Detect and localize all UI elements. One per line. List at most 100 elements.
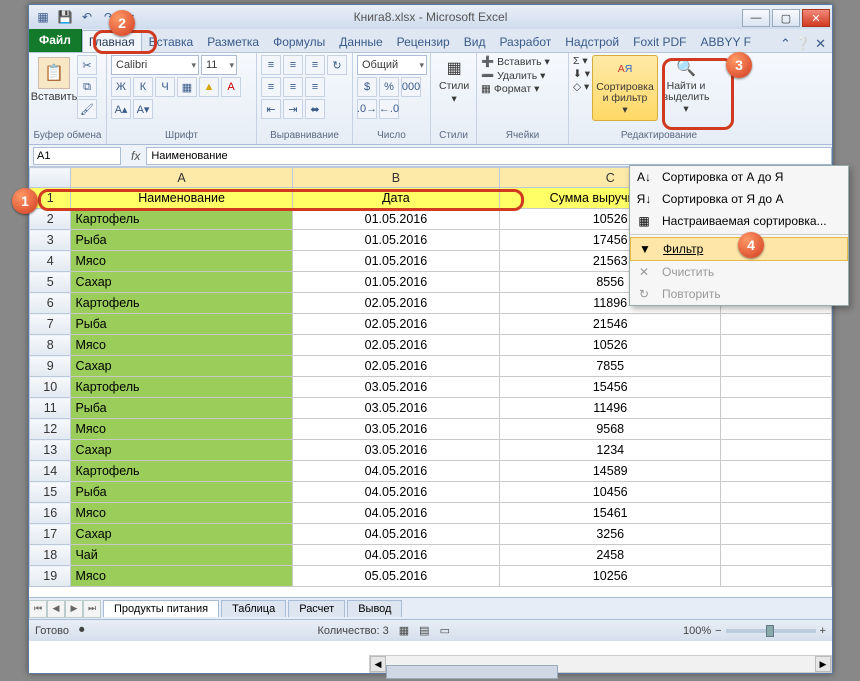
font-color-icon[interactable]: A bbox=[221, 77, 241, 97]
cell[interactable]: Мясо bbox=[71, 335, 292, 356]
cell[interactable]: Мясо bbox=[71, 251, 292, 272]
scroll-right-icon[interactable]: ▶ bbox=[815, 656, 831, 672]
border-icon[interactable]: ▦ bbox=[177, 77, 197, 97]
minimize-button[interactable]: — bbox=[742, 9, 770, 27]
underline-button[interactable]: Ч bbox=[155, 77, 175, 97]
sheet-tab[interactable]: Расчет bbox=[288, 600, 345, 617]
name-box[interactable]: A1 bbox=[33, 147, 121, 165]
undo-icon[interactable]: ↶ bbox=[79, 9, 95, 25]
sheet-nav-first-icon[interactable]: ⏮ bbox=[29, 600, 47, 618]
row-header[interactable]: 3 bbox=[30, 230, 71, 251]
tab-foxit[interactable]: Foxit PDF bbox=[626, 30, 693, 52]
cell[interactable] bbox=[721, 440, 832, 461]
row-header[interactable]: 14 bbox=[30, 461, 71, 482]
cell[interactable]: 02.05.2016 bbox=[292, 356, 499, 377]
col-header-a[interactable]: A bbox=[71, 168, 292, 188]
cell[interactable]: Рыба bbox=[71, 230, 292, 251]
cell[interactable] bbox=[721, 566, 832, 587]
sort-desc-item[interactable]: Я↓Сортировка от Я до А bbox=[630, 188, 848, 210]
fill-color-icon[interactable]: ▲ bbox=[199, 77, 219, 97]
cell[interactable]: 21546 bbox=[500, 314, 721, 335]
cell[interactable]: 11496 bbox=[500, 398, 721, 419]
row-header[interactable]: 9 bbox=[30, 356, 71, 377]
comma-icon[interactable]: 000 bbox=[401, 77, 421, 97]
cell[interactable]: 10456 bbox=[500, 482, 721, 503]
cell[interactable]: 03.05.2016 bbox=[292, 419, 499, 440]
tab-insert[interactable]: Вставка bbox=[142, 30, 201, 52]
cell[interactable]: Рыба bbox=[71, 314, 292, 335]
cell[interactable]: 7855 bbox=[500, 356, 721, 377]
tab-developer[interactable]: Разработ bbox=[492, 30, 558, 52]
align-center-icon[interactable]: ≡ bbox=[283, 77, 303, 97]
cell[interactable]: 03.05.2016 bbox=[292, 377, 499, 398]
sheet-tab[interactable]: Таблица bbox=[221, 600, 286, 617]
cell[interactable]: Картофель bbox=[71, 293, 292, 314]
cell[interactable]: 03.05.2016 bbox=[292, 398, 499, 419]
row-header[interactable]: 18 bbox=[30, 545, 71, 566]
custom-sort-item[interactable]: ▦Настраиваемая сортировка... bbox=[630, 210, 848, 232]
cell[interactable]: 01.05.2016 bbox=[292, 272, 499, 293]
decimal-dec-icon[interactable]: ←.0 bbox=[379, 99, 399, 119]
cell[interactable]: 04.05.2016 bbox=[292, 503, 499, 524]
sheet-tab[interactable]: Вывод bbox=[347, 600, 402, 617]
cell[interactable] bbox=[721, 419, 832, 440]
view-normal-icon[interactable]: ▦ bbox=[399, 624, 409, 637]
tab-view[interactable]: Вид bbox=[457, 30, 493, 52]
zoom-control[interactable]: 100% − + bbox=[683, 625, 826, 637]
scroll-left-icon[interactable]: ◀ bbox=[370, 656, 386, 672]
sort-filter-button[interactable]: АЯ Сортировка и фильтр ▾ bbox=[592, 55, 658, 121]
row-header[interactable]: 6 bbox=[30, 293, 71, 314]
cell[interactable]: Сахар bbox=[71, 272, 292, 293]
tab-data[interactable]: Данные bbox=[332, 30, 389, 52]
cell[interactable]: 15461 bbox=[500, 503, 721, 524]
cell[interactable]: 04.05.2016 bbox=[292, 482, 499, 503]
delete-cells-button[interactable]: ➖Удалить ▾ bbox=[481, 69, 545, 82]
indent-inc-icon[interactable]: ⇥ bbox=[283, 99, 303, 119]
cell[interactable]: Картофель bbox=[71, 209, 292, 230]
cell[interactable] bbox=[721, 314, 832, 335]
cell[interactable]: Рыба bbox=[71, 482, 292, 503]
zoom-in-icon[interactable]: + bbox=[820, 625, 826, 637]
tab-addins[interactable]: Надстрой bbox=[558, 30, 626, 52]
cell[interactable] bbox=[721, 545, 832, 566]
doc-close-icon[interactable]: ✕ bbox=[815, 36, 826, 52]
cell[interactable]: 02.05.2016 bbox=[292, 335, 499, 356]
cell[interactable]: Сахар bbox=[71, 356, 292, 377]
cell[interactable]: Рыба bbox=[71, 398, 292, 419]
number-format-combo[interactable]: Общий bbox=[357, 55, 427, 75]
cell[interactable]: 01.05.2016 bbox=[292, 251, 499, 272]
close-button[interactable]: ✕ bbox=[802, 9, 830, 27]
cell[interactable]: 01.05.2016 bbox=[292, 230, 499, 251]
cell[interactable]: 1234 bbox=[500, 440, 721, 461]
cell[interactable] bbox=[721, 503, 832, 524]
styles-button[interactable]: ▦Стили▾ bbox=[435, 55, 473, 121]
cell[interactable]: 04.05.2016 bbox=[292, 461, 499, 482]
format-painter-icon[interactable]: 🖌 bbox=[77, 99, 97, 119]
cell[interactable]: 3256 bbox=[500, 524, 721, 545]
bold-button[interactable]: Ж bbox=[111, 77, 131, 97]
cell[interactable]: 9568 bbox=[500, 419, 721, 440]
save-icon[interactable]: 💾 bbox=[57, 9, 73, 25]
orientation-icon[interactable]: ↻ bbox=[327, 55, 347, 75]
italic-button[interactable]: К bbox=[133, 77, 153, 97]
cell[interactable]: Мясо bbox=[71, 503, 292, 524]
cell[interactable]: Мясо bbox=[71, 566, 292, 587]
cell[interactable]: 02.05.2016 bbox=[292, 293, 499, 314]
view-break-icon[interactable]: ▭ bbox=[440, 624, 450, 637]
formula-input[interactable]: Наименование bbox=[146, 147, 832, 165]
sheet-nav-prev-icon[interactable]: ◀ bbox=[47, 600, 65, 618]
align-top-icon[interactable]: ≡ bbox=[261, 55, 281, 75]
horizontal-scrollbar[interactable]: ◀ ▶ bbox=[369, 655, 832, 673]
row-header[interactable]: 12 bbox=[30, 419, 71, 440]
col-header-b[interactable]: B bbox=[292, 168, 499, 188]
file-tab[interactable]: Файл bbox=[29, 28, 82, 52]
row-header[interactable]: 11 bbox=[30, 398, 71, 419]
tab-layout[interactable]: Разметка bbox=[200, 30, 266, 52]
cell[interactable]: 05.05.2016 bbox=[292, 566, 499, 587]
align-left-icon[interactable]: ≡ bbox=[261, 77, 281, 97]
cut-icon[interactable]: ✂ bbox=[77, 55, 97, 75]
autosum-button[interactable]: Σ ▾ bbox=[573, 55, 590, 67]
cell[interactable]: Сахар bbox=[71, 440, 292, 461]
scroll-thumb[interactable] bbox=[386, 665, 558, 679]
cell[interactable]: 04.05.2016 bbox=[292, 524, 499, 545]
